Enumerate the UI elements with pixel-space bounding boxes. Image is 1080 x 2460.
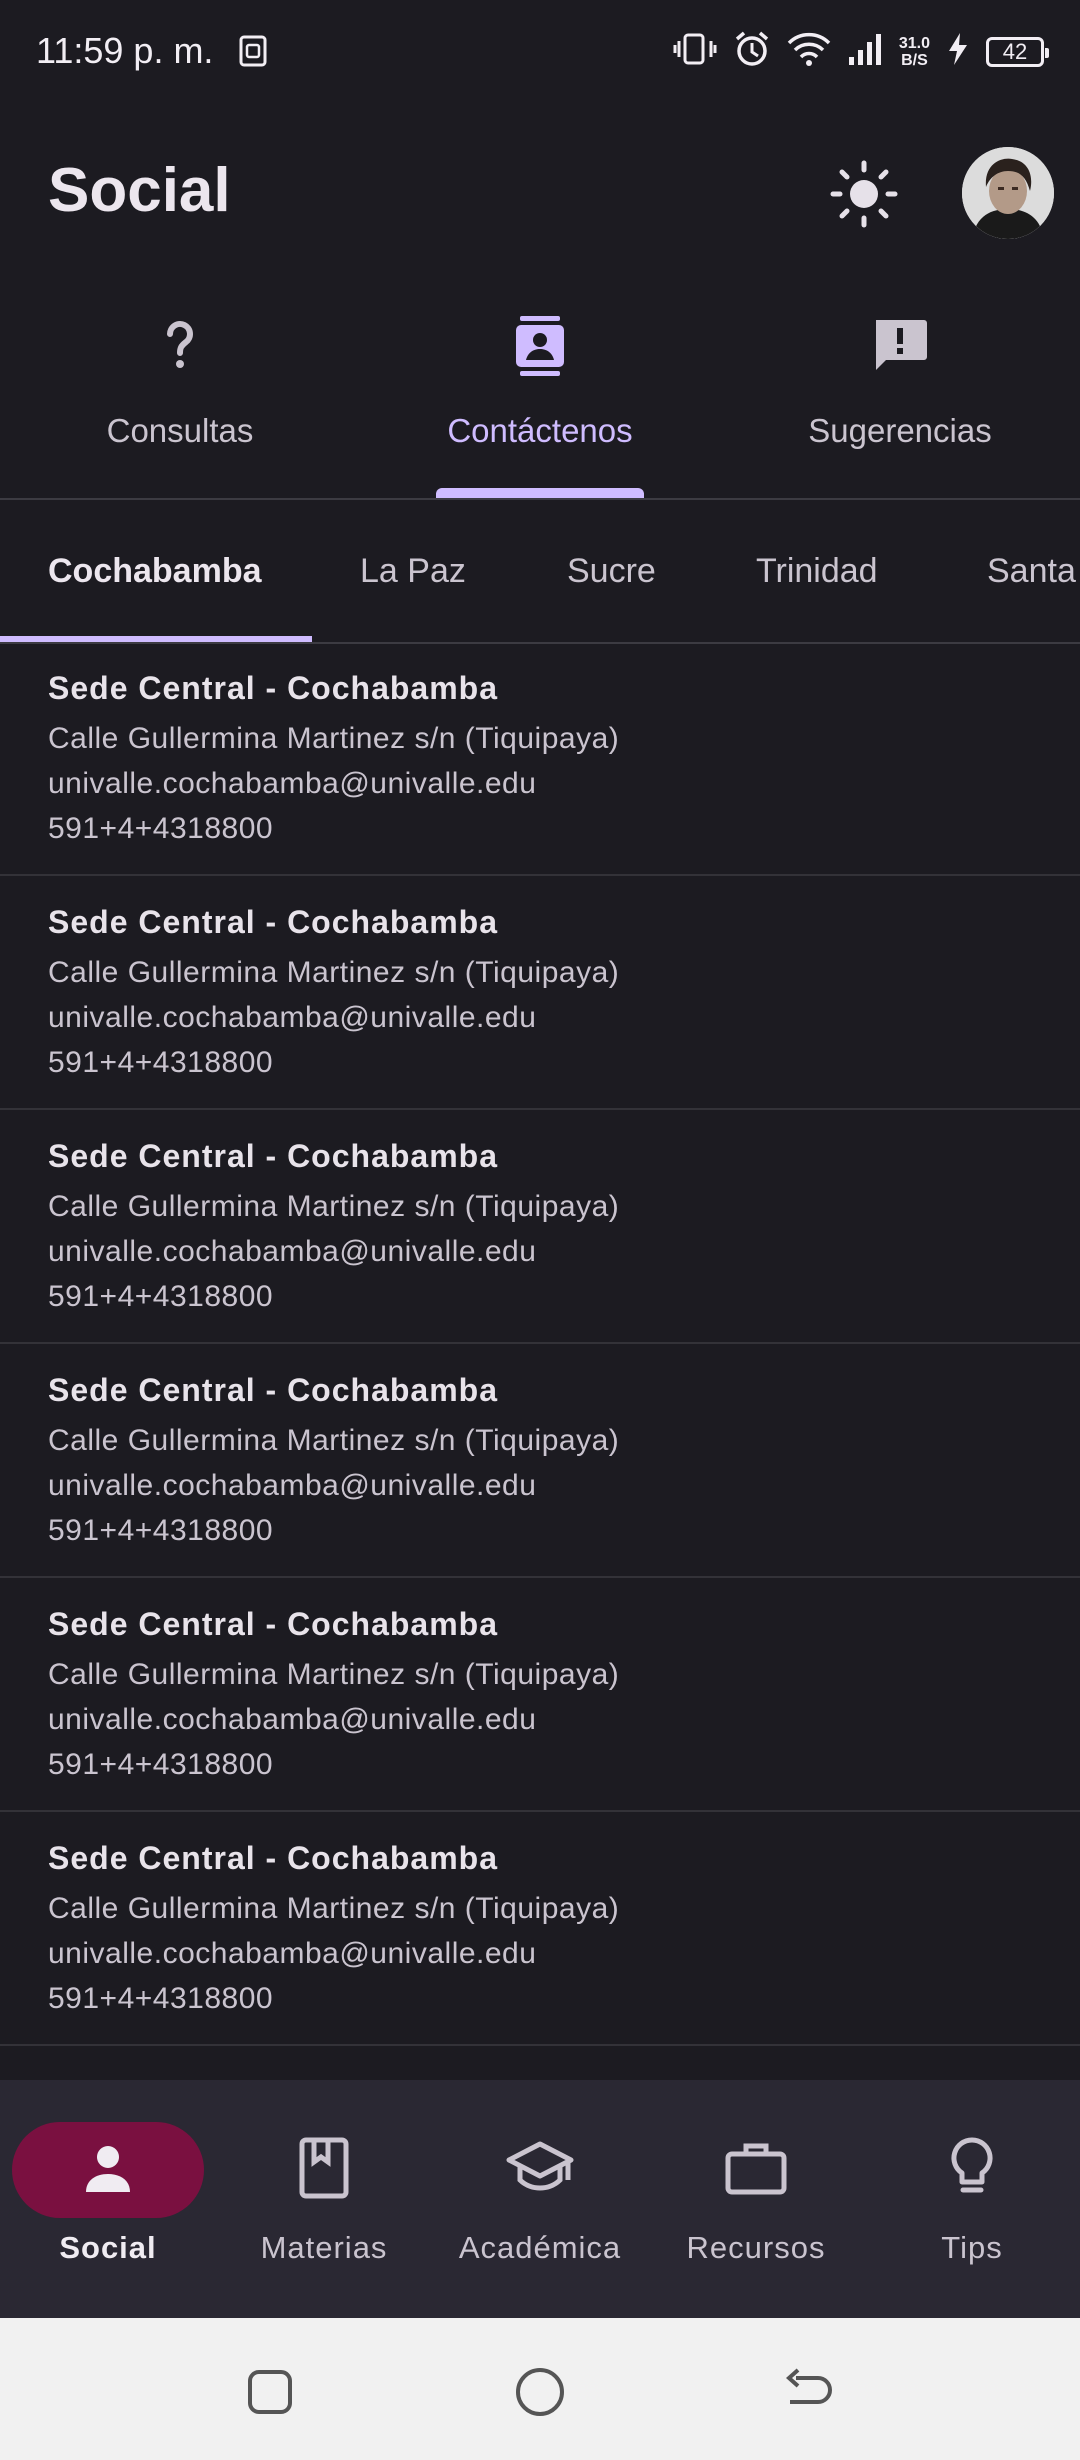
nav-social[interactable]: Social: [0, 2080, 216, 2318]
nav-label: Recursos: [686, 2230, 826, 2265]
contact-card-icon: [510, 314, 570, 383]
contact-address: Calle Gullermina Martinez s/n (Tiquipaya…: [48, 956, 620, 989]
theme-toggle-button[interactable]: [826, 158, 902, 234]
contact-phone: 591+4+4318800: [48, 1748, 274, 1781]
contact-name: Sede Central - Cochabamba: [48, 1840, 498, 1876]
contact-address: Calle Gullermina Martinez s/n (Tiquipaya…: [48, 722, 620, 755]
page-title: Social: [48, 156, 231, 225]
contact-name: Sede Central - Cochabamba: [48, 904, 498, 940]
wifi-icon: [787, 31, 831, 72]
contact-phone: 591+4+4318800: [48, 812, 274, 845]
status-time: 11:59 p. m.: [36, 30, 214, 71]
nav-label: Tips: [941, 2230, 1003, 2265]
tab-trinidad[interactable]: Trinidad: [756, 552, 878, 591]
active-tab-indicator: [436, 488, 644, 498]
sun-icon: [829, 159, 899, 234]
contact-phone: 591+4+4318800: [48, 1280, 274, 1313]
circle-icon: [514, 2366, 566, 2423]
contact-email: univalle.cochabamba@univalle.edu: [48, 767, 537, 800]
nav-recursos[interactable]: Recursos: [648, 2080, 864, 2318]
status-bar: 11:59 p. m. 31.0 B/S 42: [0, 0, 1080, 110]
contact-name: Sede Central - Cochabamba: [48, 1138, 498, 1174]
contact-email: univalle.cochabamba@univalle.edu: [48, 1703, 537, 1736]
vibrate-icon: [673, 31, 717, 72]
contact-address: Calle Gullermina Martinez s/n (Tiquipaya…: [48, 1190, 620, 1223]
contact-email: univalle.cochabamba@univalle.edu: [48, 1235, 537, 1268]
nav-academica[interactable]: Académica: [432, 2080, 648, 2318]
home-button[interactable]: [510, 2364, 570, 2424]
square-icon: [246, 2368, 294, 2421]
question-mark-icon: [150, 314, 210, 383]
list-item[interactable]: Sede Central - Cochabamba Calle Gullermi…: [0, 1344, 1080, 1578]
tab-sucre[interactable]: Sucre: [567, 552, 656, 591]
contact-address: Calle Gullermina Martinez s/n (Tiquipaya…: [48, 1658, 620, 1691]
charging-icon: [946, 31, 970, 72]
contact-list: Sede Central - Cochabamba Calle Gullermi…: [0, 642, 1080, 2046]
nav-materias[interactable]: Materias: [216, 2080, 432, 2318]
tab-consultas[interactable]: Consultas: [0, 300, 360, 498]
sim-card-icon: [238, 34, 268, 73]
network-speed: 31.0 B/S: [898, 34, 930, 69]
contact-phone: 591+4+4318800: [48, 1046, 274, 1079]
nav-tips[interactable]: Tips: [864, 2080, 1080, 2318]
book-icon: [296, 2136, 352, 2205]
tab-la-paz[interactable]: La Paz: [360, 552, 466, 591]
contact-email: univalle.cochabamba@univalle.edu: [48, 1001, 537, 1034]
tab-sugerencias[interactable]: Sugerencias: [720, 300, 1080, 498]
tab-label: Sugerencias: [808, 412, 992, 449]
lightbulb-icon: [948, 2136, 996, 2205]
tab-santa[interactable]: Santa: [987, 552, 1076, 591]
person-icon: [80, 2140, 136, 2201]
list-item[interactable]: Sede Central - Cochabamba Calle Gullermi…: [0, 1110, 1080, 1344]
tab-contactenos[interactable]: Contáctenos: [360, 300, 720, 498]
recent-apps-button[interactable]: [240, 2364, 300, 2424]
nav-label: Social: [59, 2230, 157, 2265]
list-item[interactable]: Sede Central - Cochabamba Calle Gullermi…: [0, 1578, 1080, 1812]
list-item[interactable]: Sede Central - Cochabamba Calle Gullermi…: [0, 876, 1080, 1110]
contact-name: Sede Central - Cochabamba: [48, 1606, 498, 1642]
list-item[interactable]: Sede Central - Cochabamba Calle Gullermi…: [0, 1812, 1080, 2046]
contact-address: Calle Gullermina Martinez s/n (Tiquipaya…: [48, 1892, 620, 1925]
contact-name: Sede Central - Cochabamba: [48, 1372, 498, 1408]
nav-label: Académica: [458, 2230, 622, 2265]
list-item[interactable]: Sede Central - Cochabamba Calle Gullermi…: [0, 642, 1080, 876]
nav-label: Materias: [260, 2230, 388, 2265]
signal-icon: [847, 31, 883, 72]
contact-phone: 591+4+4318800: [48, 1514, 274, 1547]
contact-name: Sede Central - Cochabamba: [48, 670, 498, 706]
avatar[interactable]: [962, 147, 1054, 239]
primary-tab-bar: Consultas Contáctenos Sugerencias: [0, 300, 1080, 500]
back-button[interactable]: [778, 2364, 838, 2424]
contact-email: univalle.cochabamba@univalle.edu: [48, 1469, 537, 1502]
system-navigation-bar: [0, 2318, 1080, 2460]
alarm-icon: [733, 30, 771, 73]
city-tab-bar: Cochabamba La Paz Sucre Trinidad Santa: [0, 500, 1080, 644]
contact-phone: 591+4+4318800: [48, 1982, 274, 2015]
tab-label: Contáctenos: [447, 412, 633, 449]
graduation-cap-icon: [506, 2140, 574, 2201]
contact-address: Calle Gullermina Martinez s/n (Tiquipaya…: [48, 1424, 620, 1457]
contact-email: univalle.cochabamba@univalle.edu: [48, 1937, 537, 1970]
back-arrow-icon: [782, 2368, 834, 2421]
battery-icon: 42: [986, 36, 1049, 67]
tab-label: Consultas: [106, 412, 254, 449]
tab-cochabamba[interactable]: Cochabamba: [48, 552, 262, 591]
briefcase-icon: [724, 2140, 788, 2201]
feedback-icon: [870, 314, 930, 383]
bottom-navigation: Social Materias Académica Recursos Tips: [0, 2080, 1080, 2318]
